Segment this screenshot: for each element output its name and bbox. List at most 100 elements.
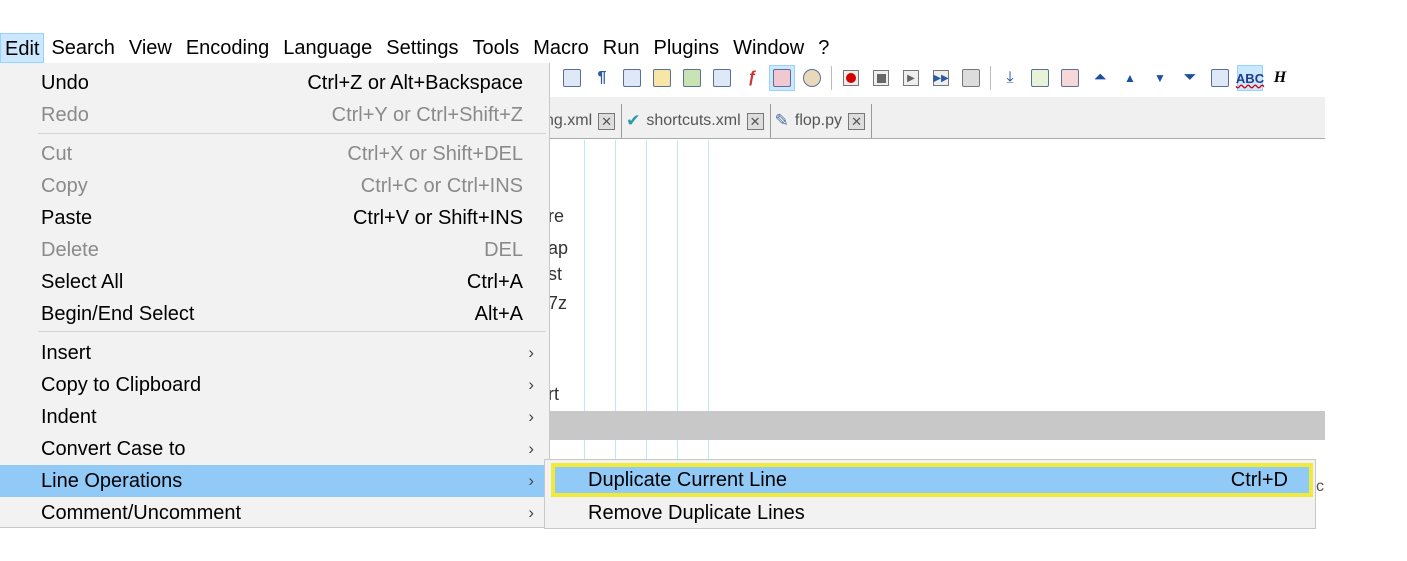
- jump-bottom-icon[interactable]: ⏷: [1177, 65, 1203, 91]
- code-fragment: ap: [548, 238, 569, 258]
- menu-run[interactable]: Run: [596, 33, 647, 63]
- menu-language[interactable]: Language: [276, 33, 379, 63]
- menu-item-label: Copy: [41, 174, 88, 197]
- menu-item-remove-duplicate-lines[interactable]: Remove Duplicate Lines: [551, 496, 1313, 530]
- menu-item-label: Cut: [41, 142, 73, 165]
- record-macro-icon[interactable]: [838, 65, 864, 91]
- chevron-right-icon: ›: [528, 503, 534, 522]
- menu-item-select-all[interactable]: Select All Ctrl+A: [0, 266, 548, 298]
- menu-item-label: Paste: [41, 206, 93, 229]
- menu-view[interactable]: View: [122, 33, 179, 63]
- menu-item-label: Comment/Uncomment: [41, 501, 242, 524]
- menu-settings[interactable]: Settings: [379, 33, 465, 63]
- table-icon[interactable]: [1207, 65, 1233, 91]
- close-icon[interactable]: ✕: [746, 112, 764, 130]
- wrap-icon[interactable]: [559, 65, 585, 91]
- run-macro-multiple-icon[interactable]: ▶▶: [928, 65, 954, 91]
- menu-item-begin-end-select[interactable]: Begin/End Select Alt+A: [0, 298, 548, 330]
- arrow-down-icon[interactable]: ▼: [1147, 65, 1173, 91]
- menu-item-cut[interactable]: Cut Ctrl+X or Shift+DEL: [0, 138, 548, 170]
- menu-macro[interactable]: Macro: [526, 33, 596, 63]
- play-macro-icon[interactable]: ▶: [898, 65, 924, 91]
- menu-divider: [38, 133, 546, 134]
- menu-edit[interactable]: Edit: [0, 33, 45, 63]
- checkmark-icon: ✔: [626, 111, 641, 130]
- menu-item-insert[interactable]: Insert ›: [0, 337, 548, 369]
- tab-document[interactable]: ng.xml ✕: [545, 104, 623, 138]
- close-icon[interactable]: ✕: [848, 112, 866, 130]
- indent-guide-icon[interactable]: [619, 65, 645, 91]
- menu-item-label: Line Operations: [41, 469, 183, 492]
- menu-tools[interactable]: Tools: [466, 33, 527, 63]
- toolbar: ¶ ƒ ▶ ▶▶ ⤓ ⏶ ▲ ▼ ⏷ ABC H: [553, 63, 1325, 93]
- menu-item-shortcut: Ctrl+Z or Alt+Backspace: [307, 71, 523, 94]
- jump-top-icon[interactable]: ⏶: [1087, 65, 1113, 91]
- menu-item-label: Begin/End Select: [41, 302, 195, 325]
- menu-item-line-operations[interactable]: Line Operations ›: [0, 465, 548, 497]
- chevron-right-icon: ›: [528, 407, 534, 426]
- document-tabs: ng.xml ✕ ✔ shortcuts.xml ✕ ✎ flop.py ✕: [545, 97, 1325, 139]
- folder-as-workspace-icon[interactable]: [769, 65, 795, 91]
- stop-record-icon[interactable]: [868, 65, 894, 91]
- menu-item-delete[interactable]: Delete DEL: [0, 234, 548, 266]
- current-line-band: [545, 411, 1325, 440]
- tab-shortcuts[interactable]: ✔ shortcuts.xml ✕: [622, 104, 771, 138]
- menu-item-shortcut: Ctrl+V or Shift+INS: [352, 206, 523, 229]
- menu-plugins[interactable]: Plugins: [646, 33, 726, 63]
- menu-item-convert-case[interactable]: Convert Case to ›: [0, 433, 548, 465]
- menu-item-copy-to-clipboard[interactable]: Copy to Clipboard ›: [0, 369, 548, 401]
- spellcheck-icon[interactable]: ABC: [1236, 65, 1264, 91]
- menu-item-shortcut: Ctrl+X or Shift+DEL: [347, 142, 523, 165]
- menu-encoding[interactable]: Encoding: [179, 33, 276, 63]
- menu-item-label: Copy to Clipboard: [41, 373, 202, 396]
- menu-window[interactable]: Window: [726, 33, 811, 63]
- close-icon[interactable]: ✕: [598, 112, 616, 130]
- menu-item-copy[interactable]: Copy Ctrl+C or Ctrl+INS: [0, 170, 548, 202]
- list-icon[interactable]: [1027, 65, 1053, 91]
- menu-item-comment-uncomment[interactable]: Comment/Uncomment ›: [0, 497, 548, 529]
- menu-item-paste[interactable]: Paste Ctrl+V or Shift+INS: [0, 202, 548, 234]
- menu-item-redo[interactable]: Redo Ctrl+Y or Ctrl+Shift+Z: [0, 99, 548, 131]
- menu-item-label: Insert: [41, 341, 92, 364]
- menu-divider: [38, 331, 546, 332]
- h-icon[interactable]: H: [1267, 65, 1293, 91]
- monitor-eye-icon[interactable]: [799, 65, 825, 91]
- code-fragment: 7z: [548, 293, 568, 313]
- arrow-up-icon[interactable]: ▲: [1117, 65, 1143, 91]
- list-red-icon[interactable]: [1057, 65, 1083, 91]
- bookmark-down-icon[interactable]: ⤓: [997, 65, 1023, 91]
- code-fragment: re: [548, 206, 565, 226]
- menu-item-label: Select All: [41, 270, 124, 293]
- partial-glyph: c: [1316, 478, 1324, 495]
- menu-item-indent[interactable]: Indent ›: [0, 401, 548, 433]
- menu-help[interactable]: ?: [811, 33, 836, 63]
- pilcrow-icon[interactable]: ¶: [589, 65, 615, 91]
- menu-item-label: Indent: [41, 405, 97, 428]
- doc-map-icon[interactable]: [649, 65, 675, 91]
- menu-item-undo[interactable]: Undo Ctrl+Z or Alt+Backspace: [0, 67, 548, 99]
- function-icon[interactable]: ƒ: [739, 65, 765, 91]
- menu-item-shortcut: Ctrl+C or Ctrl+INS: [360, 174, 523, 197]
- menu-item-label: Convert Case to: [41, 437, 186, 460]
- chevron-right-icon: ›: [528, 471, 534, 490]
- menu-item-label: Delete: [41, 238, 99, 261]
- chevron-right-icon: ›: [528, 343, 534, 362]
- menu-item-label: Remove Duplicate Lines: [588, 501, 805, 524]
- tab-label: ng.xml: [545, 112, 593, 129]
- menu-item-label: Duplicate Current Line: [588, 468, 787, 491]
- edit-menu: Undo Ctrl+Z or Alt+Backspace Redo Ctrl+Y…: [0, 63, 550, 528]
- function-list-icon[interactable]: [679, 65, 705, 91]
- menu-item-shortcut: Ctrl+D: [1230, 468, 1288, 491]
- chevron-right-icon: ›: [528, 439, 534, 458]
- tab-flop[interactable]: ✎ flop.py ✕: [771, 104, 873, 138]
- line-operations-submenu: Duplicate Current Line Ctrl+D Remove Dup…: [544, 459, 1316, 529]
- toolbar-separator: [831, 66, 832, 90]
- menu-item-shortcut: Ctrl+Y or Ctrl+Shift+Z: [331, 103, 523, 126]
- multi-doc-icon[interactable]: [709, 65, 735, 91]
- code-fragment: st: [548, 264, 563, 284]
- menu-item-duplicate-current-line[interactable]: Duplicate Current Line Ctrl+D: [551, 463, 1313, 497]
- menu-item-shortcut: Ctrl+A: [466, 270, 523, 293]
- save-macro-icon[interactable]: [958, 65, 984, 91]
- tab-label: flop.py: [794, 112, 843, 129]
- menu-search[interactable]: Search: [44, 33, 121, 63]
